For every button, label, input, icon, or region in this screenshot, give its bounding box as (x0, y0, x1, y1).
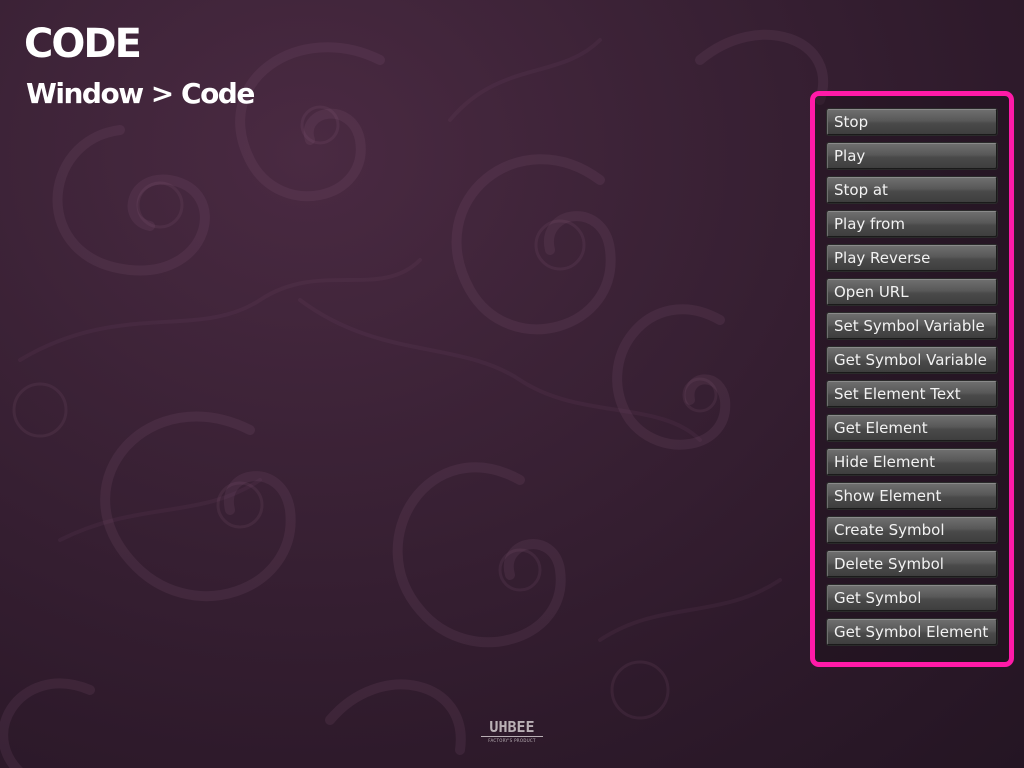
open-url-button[interactable]: Open URL (827, 279, 997, 305)
get-symbol-variable-button[interactable]: Get Symbol Variable (827, 347, 997, 373)
logo-tagline: FACTORY'S PRODUCT (481, 736, 543, 743)
get-symbol-button[interactable]: Get Symbol (827, 585, 997, 611)
hide-element-button[interactable]: Hide Element (827, 449, 997, 475)
show-element-button[interactable]: Show Element (827, 483, 997, 509)
play-reverse-button[interactable]: Play Reverse (827, 245, 997, 271)
stop-at-button[interactable]: Stop at (827, 177, 997, 203)
get-symbol-element-button[interactable]: Get Symbol Element (827, 619, 997, 645)
logo-wordmark: UHBEE (489, 718, 535, 736)
play-from-button[interactable]: Play from (827, 211, 997, 237)
code-snippets-panel: Stop Play Stop at Play from Play Reverse… (810, 91, 1014, 667)
stop-button[interactable]: Stop (827, 109, 997, 135)
slide-subtitle-menu-path: Window > Code (26, 77, 255, 110)
set-symbol-variable-button[interactable]: Set Symbol Variable (827, 313, 997, 339)
delete-symbol-button[interactable]: Delete Symbol (827, 551, 997, 577)
uhbee-logo: UHBEE FACTORY'S PRODUCT (481, 720, 543, 746)
slide-title: CODE (24, 21, 142, 67)
get-element-button[interactable]: Get Element (827, 415, 997, 441)
set-element-text-button[interactable]: Set Element Text (827, 381, 997, 407)
code-snippet-button-list: Stop Play Stop at Play from Play Reverse… (827, 109, 997, 653)
play-button[interactable]: Play (827, 143, 997, 169)
create-symbol-button[interactable]: Create Symbol (827, 517, 997, 543)
